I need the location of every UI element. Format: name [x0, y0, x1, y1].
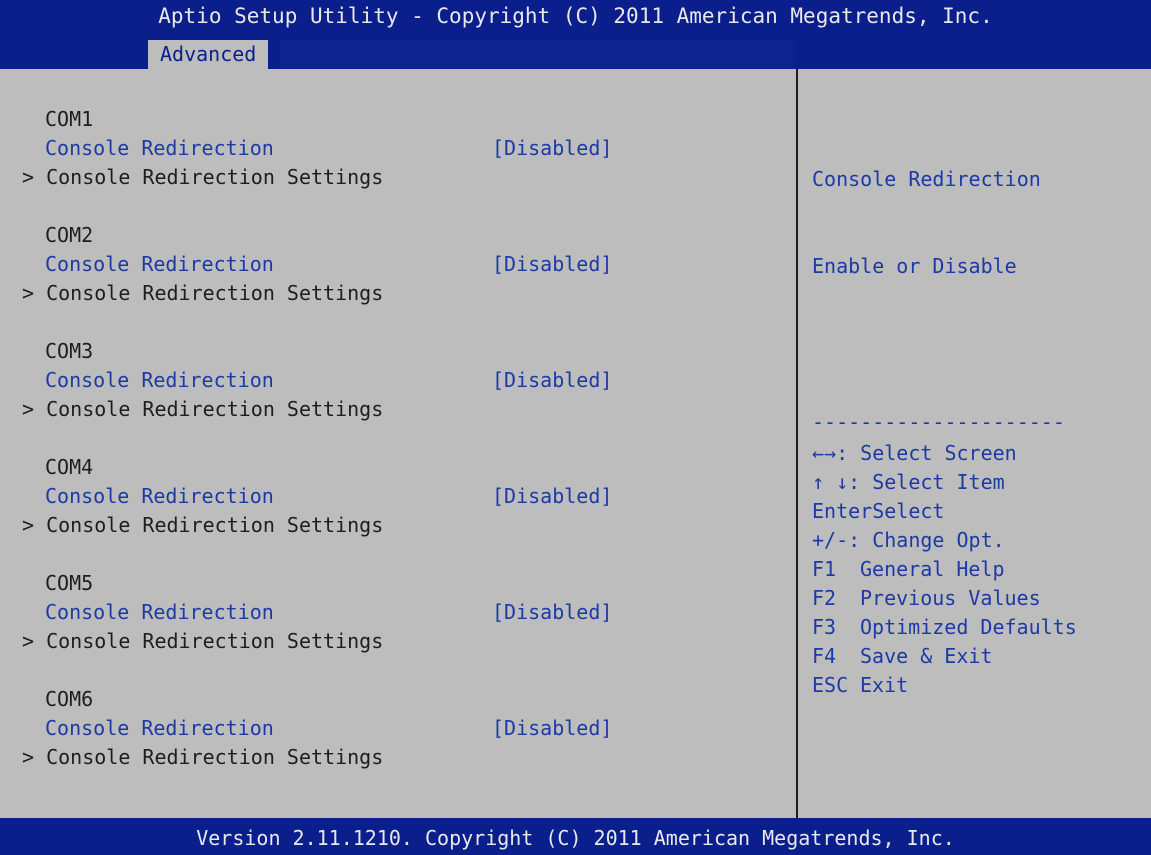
console-redirection-settings-link[interactable]: > Console Redirection Settings [22, 629, 383, 653]
console-redirection-option[interactable]: Console Redirection [45, 368, 274, 392]
console-redirection-settings-link[interactable]: > Console Redirection Settings [22, 397, 383, 421]
com-label: COM4 [45, 455, 94, 479]
key-name: ESC [812, 673, 849, 697]
key-row: ←→: Select Screen [812, 439, 1077, 468]
console-redirection-settings-link[interactable]: > Console Redirection Settings [22, 513, 383, 537]
com1-group: COM1 Console Redirection [Disabled] > Co… [0, 107, 796, 223]
key-row: EnterSelect [812, 497, 1077, 526]
key-desc: Exit [860, 673, 909, 697]
console-redirection-value[interactable]: [Disabled] [492, 484, 612, 508]
console-redirection-option[interactable]: Console Redirection [45, 484, 274, 508]
help-separator: --------------------- [812, 410, 1065, 434]
key-name: F4 [812, 644, 837, 668]
settings-panel: COM1 Console Redirection [Disabled] > Co… [0, 69, 796, 818]
key-desc: : Change Opt. [848, 528, 1005, 552]
com-label: COM3 [45, 339, 94, 363]
console-redirection-settings-link[interactable]: > Console Redirection Settings [22, 745, 383, 769]
key-desc: Optimized Defaults [860, 615, 1077, 639]
key-row: ESC Exit [812, 671, 1077, 700]
key-desc: : Select Screen [836, 441, 1017, 465]
tab-advanced[interactable]: Advanced [148, 40, 269, 69]
console-redirection-option[interactable]: Console Redirection [45, 136, 274, 160]
key-name: F2 [812, 586, 837, 610]
key-legend: ←→: Select Screen ↑ ↓: Select Item Enter… [812, 439, 1077, 700]
com-label: COM1 [45, 107, 94, 131]
com-label: COM2 [45, 223, 94, 247]
com-label: COM5 [45, 571, 94, 595]
footer-bar: Version 2.11.1210. Copyright (C) 2011 Am… [0, 818, 1151, 855]
console-redirection-option[interactable]: Console Redirection [45, 252, 274, 276]
key-desc: Previous Values [860, 586, 1041, 610]
com-label: COM6 [45, 687, 94, 711]
help-panel: Console Redirection Enable or Disable --… [810, 69, 1151, 818]
key-desc: Save & Exit [860, 644, 993, 668]
key-desc: General Help [860, 557, 1005, 581]
help-text: Console Redirection Enable or Disable [812, 107, 1041, 339]
console-redirection-value[interactable]: [Disabled] [492, 136, 612, 160]
console-redirection-settings-link[interactable]: > Console Redirection Settings [22, 165, 383, 189]
console-redirection-settings-link[interactable]: > Console Redirection Settings [22, 281, 383, 305]
key-row: F3 Optimized Defaults [812, 613, 1077, 642]
key-name: F3 [812, 615, 837, 639]
console-redirection-option[interactable]: Console Redirection [45, 600, 274, 624]
key-row: F4 Save & Exit [812, 642, 1077, 671]
key-desc: Select [872, 499, 945, 523]
key-row: F2 Previous Values [812, 584, 1077, 613]
key-name: ↑ ↓ [812, 470, 849, 494]
version-text: Version 2.11.1210. Copyright (C) 2011 Am… [196, 826, 955, 850]
console-redirection-option[interactable]: Console Redirection [45, 716, 274, 740]
key-name: +/- [812, 528, 849, 552]
key-name: F1 [812, 557, 837, 581]
com5-group: COM5 Console Redirection [Disabled] > Co… [0, 571, 796, 687]
console-redirection-value[interactable]: [Disabled] [492, 252, 612, 276]
key-name: Enter [812, 499, 873, 523]
com2-group: COM2 Console Redirection [Disabled] > Co… [0, 223, 796, 339]
help-line: Console Redirection [812, 167, 1041, 191]
header-bar: Aptio Setup Utility - Copyright (C) 2011… [0, 0, 1151, 69]
com4-group: COM4 Console Redirection [Disabled] > Co… [0, 455, 796, 571]
key-row: ↑ ↓: Select Item [812, 468, 1077, 497]
console-redirection-value[interactable]: [Disabled] [492, 716, 612, 740]
console-redirection-value[interactable]: [Disabled] [492, 368, 612, 392]
key-row: F1 General Help [812, 555, 1077, 584]
key-desc: : Select Item [848, 470, 1005, 494]
page-title: Aptio Setup Utility - Copyright (C) 2011… [158, 4, 993, 28]
com3-group: COM3 Console Redirection [Disabled] > Co… [0, 339, 796, 455]
key-row: +/-: Change Opt. [812, 526, 1077, 555]
tab-strip [280, 40, 795, 69]
key-name: ←→ [812, 441, 837, 465]
panel-divider [796, 69, 798, 818]
com6-group: COM6 Console Redirection [Disabled] > Co… [0, 687, 796, 803]
console-redirection-value[interactable]: [Disabled] [492, 600, 612, 624]
help-line: Enable or Disable [812, 254, 1017, 278]
